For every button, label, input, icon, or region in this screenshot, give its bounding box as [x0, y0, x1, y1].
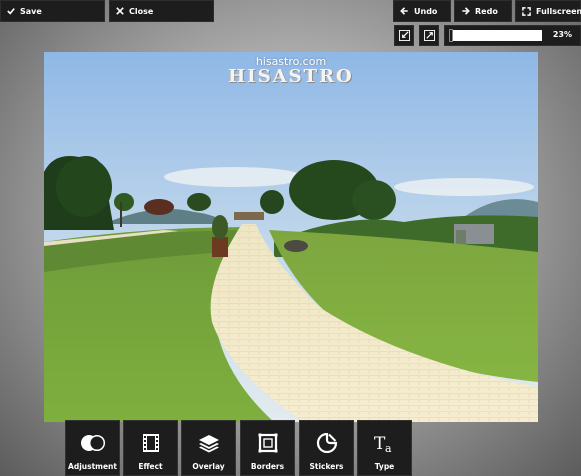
tool-effect[interactable]: Effect — [123, 420, 178, 476]
text-type-icon: T a — [374, 434, 392, 455]
tool-overlay-label: Overlay — [192, 462, 225, 471]
svg-text:a: a — [385, 442, 392, 455]
arrow-left-icon — [400, 7, 408, 15]
tool-stickers-label: Stickers — [309, 462, 344, 471]
close-icon — [116, 7, 124, 15]
arrow-right-icon — [462, 7, 470, 15]
close-button[interactable]: Close — [109, 0, 214, 22]
adjustment-icon — [80, 434, 105, 452]
redo-label: Redo — [475, 6, 498, 16]
tool-stickers[interactable]: Stickers — [299, 420, 354, 476]
tool-type-label: Type — [374, 462, 395, 471]
film-strip-icon — [142, 434, 159, 452]
sticker-icon — [316, 433, 337, 453]
zoom-slider[interactable] — [449, 29, 542, 42]
fullscreen-button[interactable]: Fullscreen — [515, 0, 581, 22]
undo-label: Undo — [414, 6, 438, 16]
zoom-actual-size-button[interactable] — [394, 25, 414, 46]
undo-button[interactable]: Undo — [393, 0, 451, 22]
checkmark-icon — [7, 8, 15, 15]
park-photo — [44, 52, 538, 422]
zoom-slider-handle[interactable] — [449, 29, 453, 42]
zoom-percentage: 23% — [552, 30, 572, 39]
tool-borders[interactable]: Borders — [240, 420, 295, 476]
zoom-panel: 23% — [444, 25, 581, 46]
zoom-fit-button[interactable] — [419, 25, 439, 46]
redo-button[interactable]: Redo — [454, 0, 512, 22]
expand-icon — [423, 30, 435, 41]
tool-adjustment[interactable]: Adjustment — [65, 420, 120, 476]
close-label: Close — [129, 6, 154, 16]
tool-borders-label: Borders — [250, 462, 285, 471]
watermark-logo: HISASTRO — [228, 66, 354, 87]
photo-canvas[interactable]: hisastro.com HISASTRO — [44, 52, 538, 422]
save-label: Save — [20, 6, 42, 16]
fullscreen-label: Fullscreen — [536, 6, 581, 16]
save-button[interactable]: Save — [0, 0, 105, 22]
tool-adjustment-label: Adjustment — [68, 462, 117, 471]
tool-effect-label: Effect — [138, 462, 163, 471]
fullscreen-icon — [522, 6, 531, 16]
layers-icon — [198, 435, 219, 453]
frame-icon — [258, 433, 277, 453]
tool-type[interactable]: T a Type — [357, 420, 412, 476]
shrink-icon — [398, 30, 410, 41]
tool-overlay[interactable]: Overlay — [181, 420, 236, 476]
